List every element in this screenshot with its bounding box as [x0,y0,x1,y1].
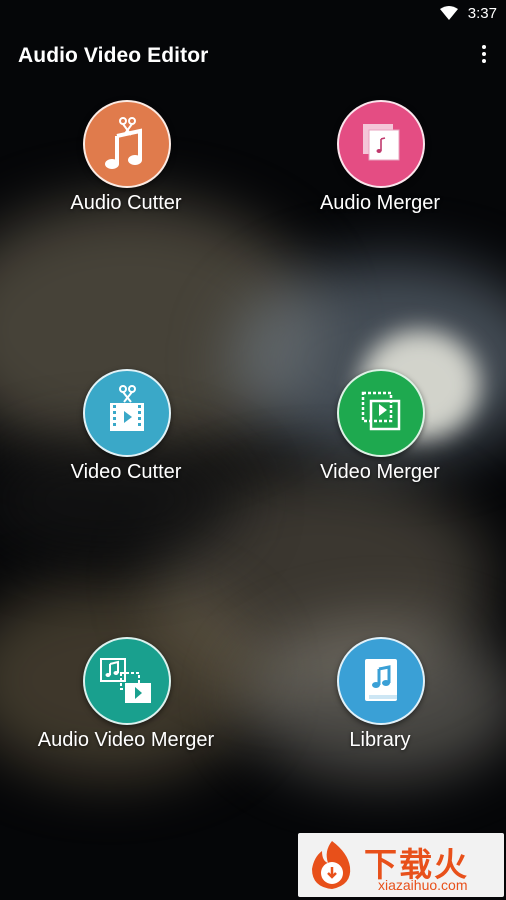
tile-label: Audio Video Merger [37,729,215,751]
app-bar: Audio Video Editor [0,26,506,86]
tile-label: Video Merger [320,461,440,483]
tile-label: Library [349,729,411,751]
flame-logo-icon [312,841,351,889]
overflow-menu-icon[interactable] [474,40,494,68]
watermark-url: xiazaihuo.com [378,877,468,893]
app-title: Audio Video Editor [18,44,209,67]
library-button[interactable]: Library [260,637,500,767]
video-cutter-button[interactable]: Video Cutter [6,369,246,499]
audio-video-merger-button[interactable]: Audio Video Merger [6,637,246,767]
audio-cutter-button[interactable]: Audio Cutter [6,100,246,230]
tile-label: Video Cutter [70,461,182,483]
video-scissors-icon [83,369,171,457]
watermark-logo: 下载火 xiazaihuo.com [298,833,504,897]
tile-label: Audio Cutter [70,192,182,214]
music-book-icon [337,637,425,725]
video-merge-icon [337,369,425,457]
audio-merger-button[interactable]: Audio Merger [260,100,500,230]
wifi-icon [440,6,458,20]
video-merger-button[interactable]: Video Merger [260,369,500,499]
audio-video-merge-icon [83,637,171,725]
music-scissors-icon [83,100,171,188]
music-merge-icon [337,100,425,188]
tile-label: Audio Merger [319,192,441,214]
status-bar: 3:37 [0,0,506,26]
status-time: 3:37 [467,5,497,22]
